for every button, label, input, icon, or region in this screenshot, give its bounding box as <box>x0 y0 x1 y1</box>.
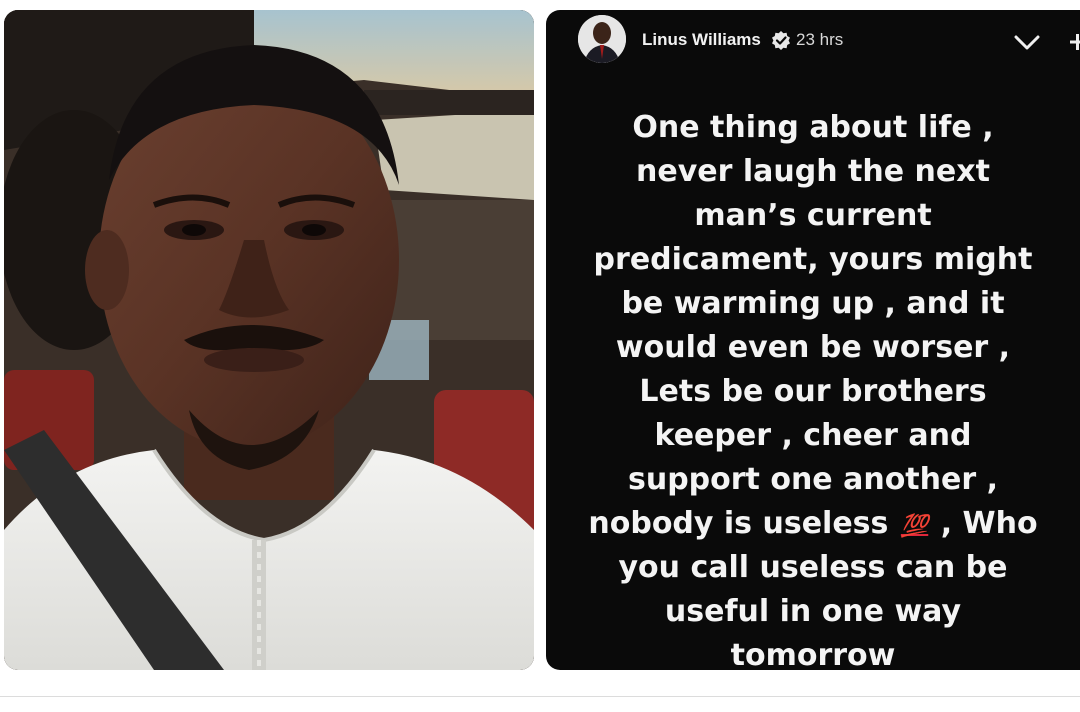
story-line: never laugh the next <box>636 154 990 189</box>
author-avatar[interactable] <box>578 15 626 63</box>
verified-badge-icon <box>771 30 791 50</box>
story-line: predicament, yours might <box>593 242 1033 277</box>
story-text: One thing about life , never laugh the n… <box>546 106 1080 670</box>
selfie-photo <box>4 10 534 670</box>
story-line: would even be worser , <box>615 330 1011 365</box>
hundred-emoji-icon: 💯 <box>900 514 929 539</box>
more-icon[interactable] <box>1068 32 1080 52</box>
avatar-image <box>578 15 626 63</box>
story-line-text: nobody is useless <box>588 506 889 541</box>
story-line: keeper , cheer and <box>654 418 972 453</box>
story-line: you call useless can be <box>618 550 1008 585</box>
chevron-down-icon[interactable] <box>1012 28 1042 56</box>
story-line: tomorrow <box>730 638 896 670</box>
story-line: support one another , <box>627 462 998 497</box>
post-time: 23 hrs <box>796 30 844 49</box>
story-header: Linus Williams 23 hrs <box>546 10 1080 70</box>
story-line: man’s current <box>694 198 932 233</box>
selfie-photo-illustration <box>4 10 534 670</box>
story-line-with-emoji: nobody is useless 💯 , Who <box>546 506 1080 541</box>
screenshot-page: Linus Williams 23 hrs One thing about li… <box>0 0 1080 712</box>
story-card: Linus Williams 23 hrs One thing about li… <box>546 10 1080 670</box>
story-line-suffix: , Who <box>940 506 1038 541</box>
story-line: Lets be our brothers <box>639 374 987 409</box>
divider <box>0 696 1080 697</box>
story-line: useful in one way <box>664 594 962 629</box>
story-line: One thing about life , <box>632 110 994 145</box>
author-name[interactable]: Linus Williams <box>642 30 761 50</box>
story-line: be warming up , and it <box>621 286 1005 321</box>
